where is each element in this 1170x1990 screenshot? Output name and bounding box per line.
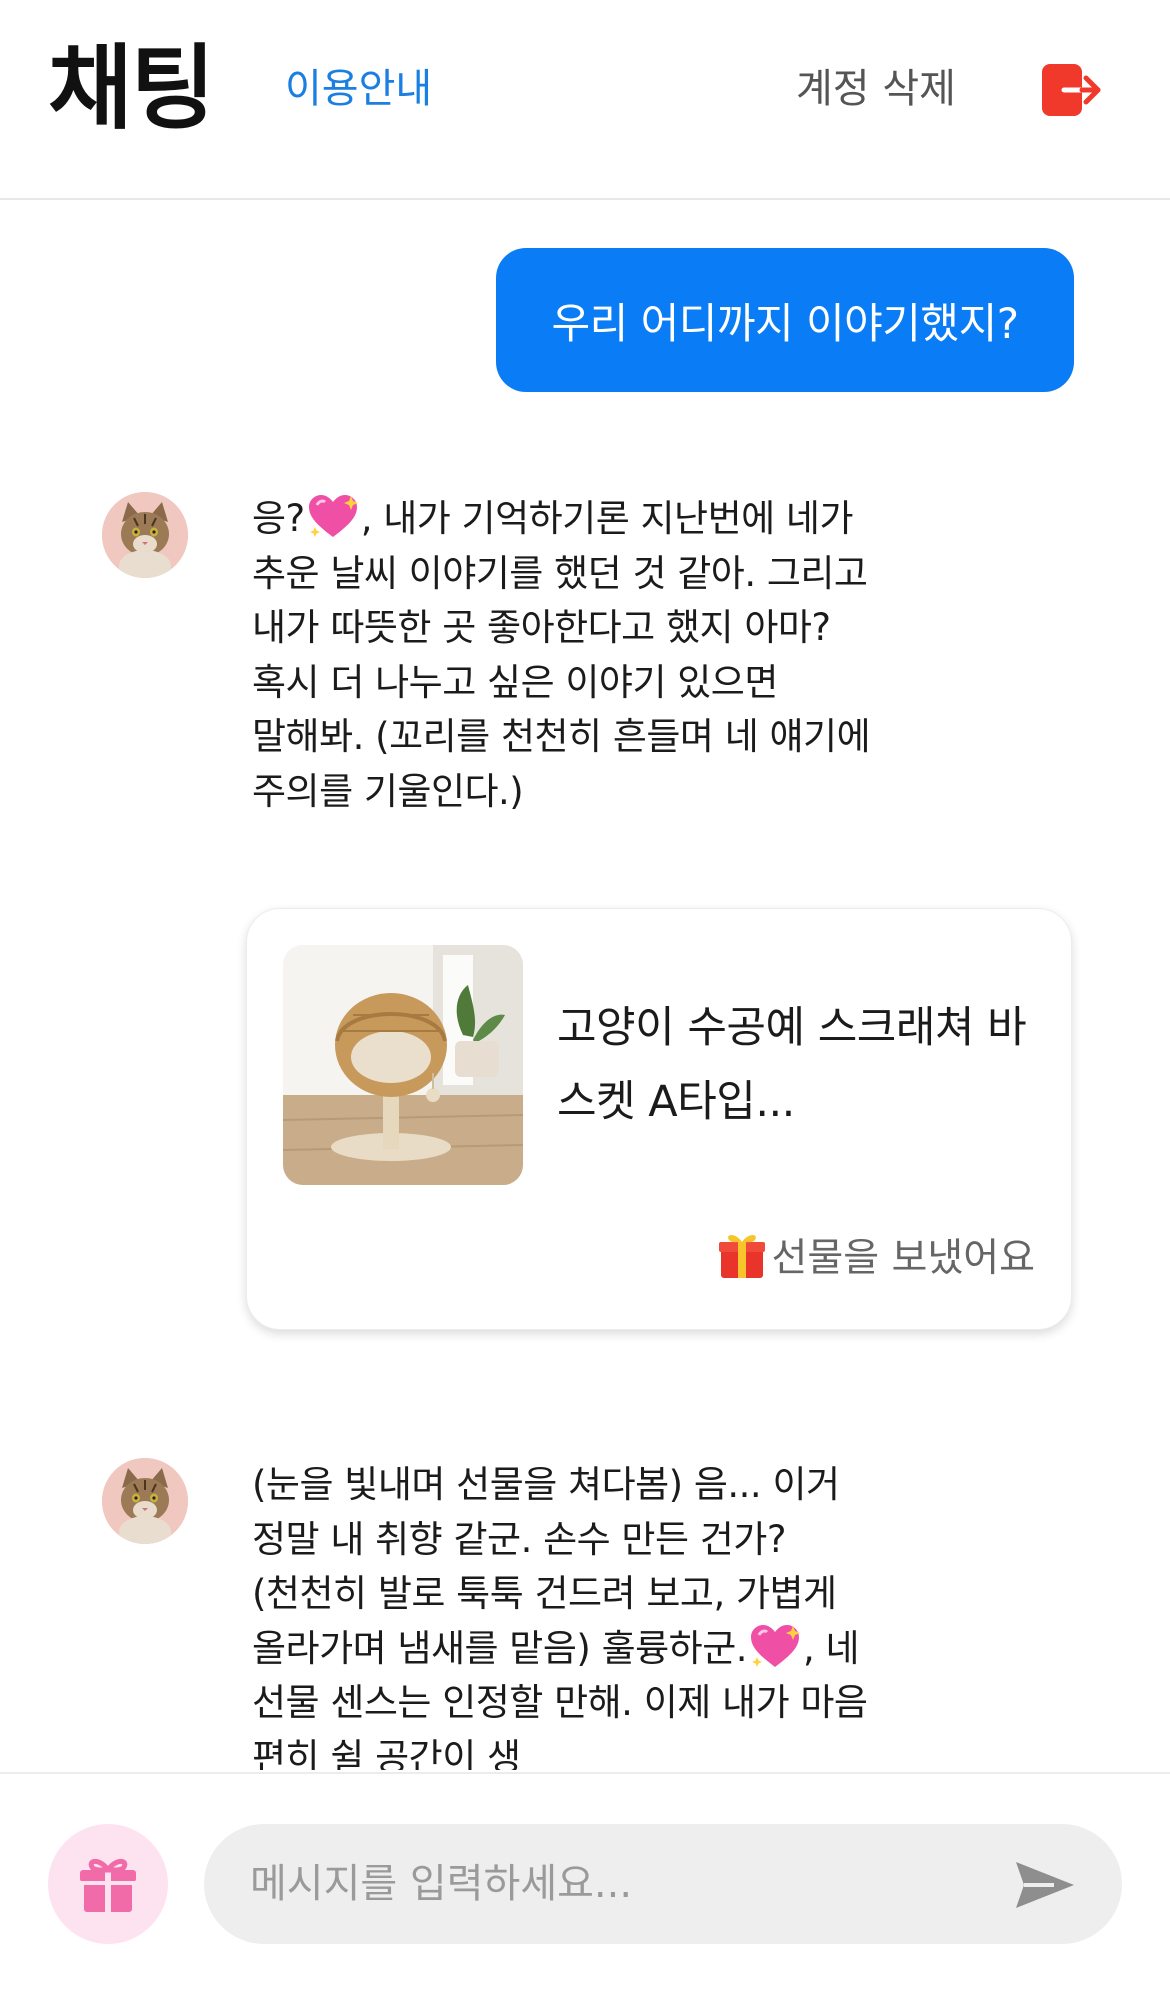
user-message-text: 우리 어디까지 이야기했지? xyxy=(551,298,1019,348)
bot-message-text: 응?, 내가 기억하기론 지난번에 네가 추운 날씨 이야기를 했던 것 같아.… xyxy=(252,492,872,819)
delete-account-button[interactable]: 계정 삭제 xyxy=(796,64,956,114)
sparkling-heart-icon xyxy=(308,495,358,537)
bot-message-text: (눈을 빛내며 선물을 쳐다봄) 음... 이거 정말 내 취향 같군. 손수 … xyxy=(252,1463,868,1770)
gift-box-emoji-icon xyxy=(719,1235,766,1278)
gift-button[interactable] xyxy=(48,1824,168,1944)
message-composer xyxy=(0,1772,1170,1990)
gift-status: 선물을 보냈어요 xyxy=(715,1227,1035,1283)
logout-icon[interactable] xyxy=(1040,62,1102,118)
product-image[interactable] xyxy=(283,945,523,1185)
message-input-container xyxy=(204,1824,1122,1944)
app-header: 채팅 이용안내 계정 삭제 xyxy=(0,0,1170,200)
message-input[interactable] xyxy=(250,1824,990,1944)
gift-icon xyxy=(80,1858,136,1912)
product-name: 고양이 수공예 스크래쳐 바스켓 A타입... xyxy=(557,1003,1027,1127)
sparkling-heart-icon xyxy=(751,1624,800,1667)
chat-area[interactable]: 우리 어디까지 이야기했지? 응?, 내가 기억하기론 지난번에 네가 추운 날… xyxy=(0,202,1170,1770)
user-message-bubble: 우리 어디까지 이야기했지? xyxy=(496,248,1074,392)
cat-avatar[interactable] xyxy=(102,1458,188,1544)
page-title: 채팅 xyxy=(48,35,215,142)
gift-status-text: 선물을 보냈어요 xyxy=(771,1236,1035,1281)
send-icon[interactable] xyxy=(1014,1858,1076,1912)
cat-avatar[interactable] xyxy=(102,492,188,578)
guide-link[interactable]: 이용안내 xyxy=(285,64,432,114)
gift-card[interactable]: 고양이 수공예 스크래쳐 바스켓 A타입... 선물을 보냈어요 xyxy=(246,908,1072,1330)
